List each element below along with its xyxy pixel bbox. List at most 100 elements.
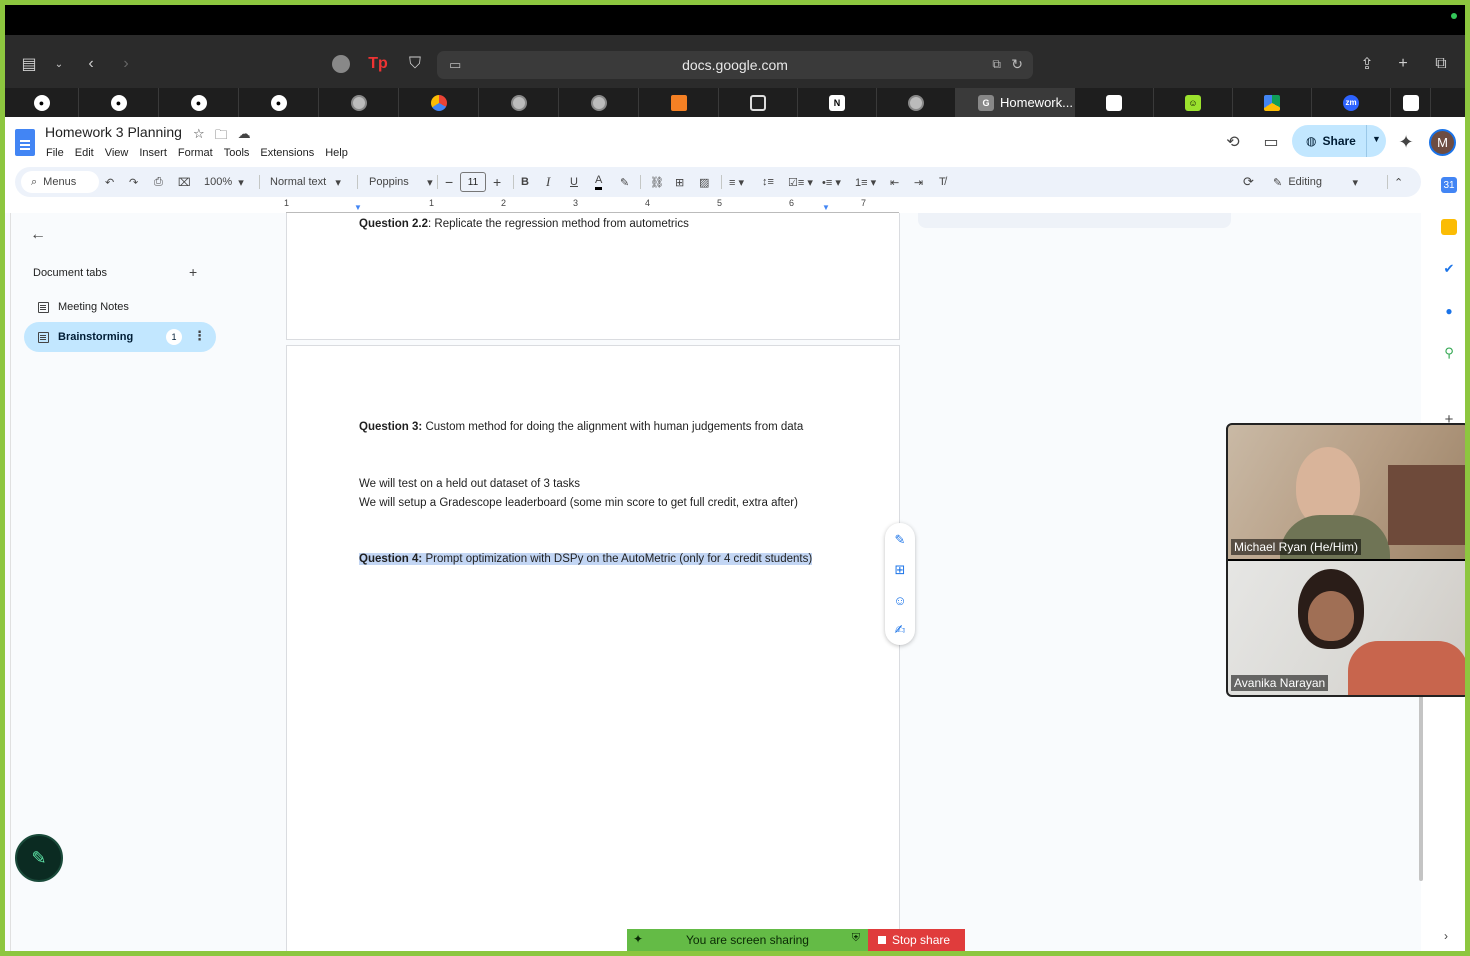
address-bar[interactable]: ▭ docs.google.com ⧉ ↻ [437,51,1033,79]
tab-gcloud[interactable] [399,88,479,117]
align-icon[interactable]: ≡ ▾ [729,172,744,192]
decrease-font-icon[interactable]: − [445,172,453,192]
chevron-down-icon[interactable]: ⌄ [49,54,69,74]
add-comment-icon[interactable]: ⊞ [675,172,684,192]
clear-formatting-icon[interactable]: T̸ [939,172,946,192]
share-button[interactable]: ◍ Share ▼ [1292,125,1386,157]
move-folder-icon[interactable]: 🗀 [215,126,228,148]
chevron-right-icon[interactable]: › [1444,929,1448,943]
comments-icon[interactable]: ▭ [1260,131,1282,153]
video-tile-michael[interactable]: Michael Ryan (He/Him) [1228,425,1465,559]
scrollbar[interactable] [1419,695,1423,881]
profile-extension-icon[interactable] [331,54,351,74]
tab-homework[interactable]: G Homework... [956,88,1075,117]
undo-icon[interactable]: ↶ [105,172,114,192]
increase-indent-icon[interactable]: ⇥ [914,172,923,192]
tab-github-2[interactable]: ● [79,88,159,117]
editing-mode-select[interactable]: ✎ Editing ▾ [1273,172,1358,192]
magic-edit-icon[interactable]: ✎ [891,531,909,549]
document-page[interactable]: Question 3: Custom method for doing the … [286,345,900,951]
tab-drive[interactable] [1233,88,1312,117]
docs-logo-icon[interactable] [15,129,35,156]
tab-gear-1[interactable] [319,88,399,117]
paint-format-icon[interactable]: ⌧ [178,172,191,192]
numbered-list-icon[interactable]: 1≡ ▾ [855,172,876,192]
menu-insert[interactable]: Insert [139,147,167,159]
contacts-icon[interactable]: ● [1441,303,1457,319]
italic-icon[interactable]: I [546,172,550,192]
video-tile-avanika[interactable]: Avanika Narayan [1228,561,1465,695]
shield-icon[interactable]: ⛉ [405,54,425,74]
zoom-video-panel[interactable]: Michael Ryan (He/Him) Avanika Narayan [1226,423,1465,697]
decrease-indent-icon[interactable]: ⇤ [890,172,899,192]
star-icon[interactable]: ☆ [193,126,205,148]
tab-github-1[interactable]: ● [5,88,79,117]
style-select[interactable]: Normal text ▾ [270,172,341,192]
menu-extensions[interactable]: Extensions [260,147,314,159]
menu-format[interactable]: Format [178,147,213,159]
bold-icon[interactable]: B [521,172,529,192]
font-select[interactable]: Poppins ▾ [369,172,433,192]
keep-icon[interactable] [1441,219,1457,235]
suggestion-history-icon[interactable]: ⟳ [1243,172,1254,192]
tab-gear-3[interactable] [559,88,639,117]
tab-github-3[interactable]: ● [159,88,239,117]
underline-icon[interactable]: U [570,172,578,192]
text-color-icon[interactable]: A [595,172,603,190]
redo-icon[interactable]: ↷ [129,172,138,192]
share-dropdown-icon[interactable]: ▼ [1372,134,1381,144]
line-spacing-icon[interactable]: ↕≡ [762,172,774,192]
back-icon[interactable]: ‹ [81,54,101,74]
gemini-sparkle-icon[interactable]: ✦ [1395,131,1417,153]
font-size-input[interactable]: 11 [460,172,486,192]
cloud-status-icon[interactable]: ☁ [238,126,251,148]
pin-icon[interactable]: ✦ [633,932,643,946]
link-icon[interactable]: ⛓ [650,172,664,192]
document-title[interactable]: Homework 3 Planning [45,124,182,140]
tab-canvas[interactable] [719,88,798,117]
tab-gear-4[interactable] [877,88,956,117]
new-tab-icon[interactable]: + [1393,54,1413,74]
tab-notebook-1[interactable] [1075,88,1154,117]
menu-tools[interactable]: Tools [224,147,250,159]
version-history-icon[interactable]: ⟲ [1222,131,1244,153]
screen-sharing-status[interactable]: ✦ You are screen sharing ⛨ [627,929,868,951]
comment-card[interactable] [918,213,1231,228]
translate-icon[interactable]: ⧉ [992,57,1001,72]
emoji-reaction-icon[interactable]: ☺ [891,591,909,609]
highlight-icon[interactable]: ✎ [620,172,629,192]
menus-search[interactable]: ⌕ Menus [21,171,99,193]
paragraph-q3[interactable]: Question 3: Custom method for doing the … [359,418,829,437]
zoom-select[interactable]: 100% ▾ [204,172,244,192]
page-settings-icon[interactable]: ▭ [449,57,461,73]
left-indent-marker-icon[interactable]: ▼ [354,203,362,212]
maps-icon[interactable]: ⚲ [1441,345,1457,361]
print-icon[interactable]: ⎙ [154,172,163,192]
share-page-icon[interactable]: ⇪ [1357,54,1377,74]
tab-overview-icon[interactable]: ⧉ [1431,54,1451,74]
avatar[interactable]: M [1429,129,1456,156]
tab-notebook-2[interactable] [1391,88,1431,117]
bulleted-list-icon[interactable]: •≡ ▾ [822,172,841,192]
tab-zoom[interactable]: zm [1312,88,1391,117]
sidebar-item-meeting-notes[interactable]: Meeting Notes [24,292,216,322]
tab-github-4[interactable]: ● [239,88,319,117]
paragraph-q4[interactable]: Question 4: Prompt optimization with DSP… [359,550,829,569]
suggest-edits-icon[interactable]: ✍ [891,621,909,639]
right-indent-marker-icon[interactable]: ▼ [822,203,830,212]
tab-notion[interactable]: N [798,88,877,117]
more-options-icon[interactable]: ⋮ [193,328,206,344]
reload-icon[interactable]: ↻ [1011,56,1023,73]
insert-image-icon[interactable]: ▨ [699,172,709,192]
menu-help[interactable]: Help [325,147,348,159]
back-arrow-icon[interactable]: ← [30,226,46,244]
add-tab-icon[interactable]: + [189,264,197,280]
tab-gear-2[interactable] [479,88,559,117]
extension-tp-icon[interactable]: Tp [368,54,388,74]
checklist-icon[interactable]: ☑≡ ▾ [788,172,813,192]
sidebar-toggle-icon[interactable]: ▤ [19,54,39,74]
tab-smile[interactable]: ☺ [1154,88,1233,117]
sidebar-item-brainstorming[interactable]: Brainstorming 1 ⋮ [24,322,216,352]
edit-fab-icon[interactable]: ✎ [15,834,63,882]
menu-view[interactable]: View [105,147,129,159]
